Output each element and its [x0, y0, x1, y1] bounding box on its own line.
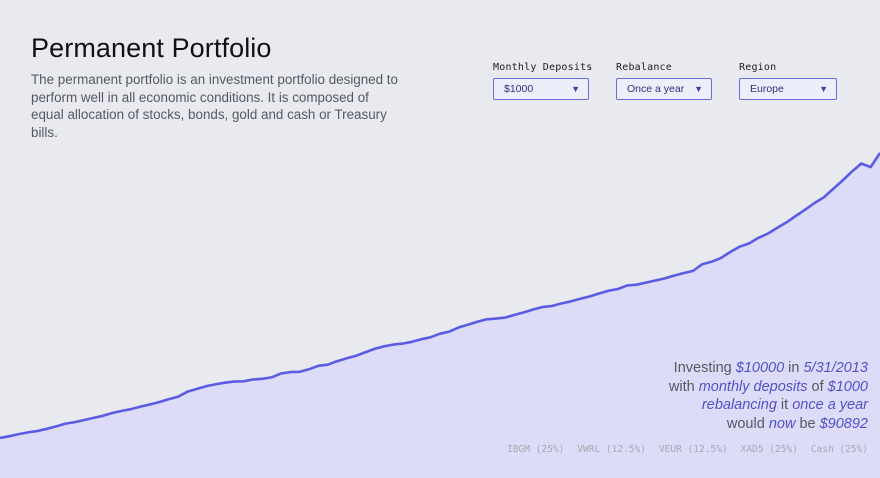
caret-down-icon: ▼ — [694, 84, 703, 94]
page-title: Permanent Portfolio — [31, 33, 272, 63]
region-label: Region — [739, 62, 777, 73]
allocation-item: XAD5 (25%) — [740, 444, 798, 455]
caret-down-icon: ▼ — [819, 84, 828, 94]
page-description: The permanent portfolio is an investment… — [31, 72, 398, 140]
region-value: Europe — [750, 83, 784, 95]
rebalance-value: Once a year — [627, 83, 685, 95]
allocation-item: VEUR (12.5%) — [658, 444, 728, 455]
monthly-deposits-label: Monthly Deposits — [493, 62, 593, 73]
monthly-deposits-value: $1000 — [504, 83, 534, 95]
rebalancing-phrase: rebalancing — [701, 397, 777, 413]
summary-line-3: rebalancing it once a year — [701, 397, 868, 413]
summary-line-2: with monthly deposits of $1000 — [668, 378, 868, 395]
deposits-phrase: monthly deposits — [698, 378, 808, 395]
summary-line-1: Investing $10000 in 5/31/2013 — [673, 360, 868, 376]
allocation-legend: IBGM (25%) VWRL (12.5%) VEUR (12.5%) XAD… — [507, 444, 868, 455]
investment-summary: Investing $10000 in 5/31/2013 with month… — [669, 359, 868, 433]
rebalance-select[interactable]: Once a year ▼ — [616, 78, 712, 100]
deposit-amount: $1000 — [827, 378, 868, 395]
allocation-item: VWRL (12.5%) — [577, 444, 646, 455]
now-word: now — [768, 415, 796, 432]
monthly-deposits-control: Monthly Deposits $1000 ▼ — [493, 62, 593, 100]
rebalance-control: Rebalance Once a year ▼ — [616, 62, 712, 100]
start-date: 5/31/2013 — [803, 360, 868, 376]
region-select[interactable]: Europe ▼ — [739, 78, 837, 100]
summary-line-4: would now be $90892 — [726, 415, 868, 432]
monthly-deposits-select[interactable]: $1000 ▼ — [493, 78, 589, 100]
region-control: Region Europe ▼ — [739, 62, 837, 100]
allocation-item: IBGM (25%) — [507, 444, 565, 455]
final-value: $90892 — [819, 415, 868, 432]
allocation-item: Cash (25%) — [810, 444, 868, 455]
rebalance-label: Rebalance — [616, 62, 672, 73]
rebalance-frequency: once a year — [792, 397, 868, 413]
caret-down-icon: ▼ — [571, 84, 580, 94]
initial-amount: $10000 — [735, 360, 785, 376]
